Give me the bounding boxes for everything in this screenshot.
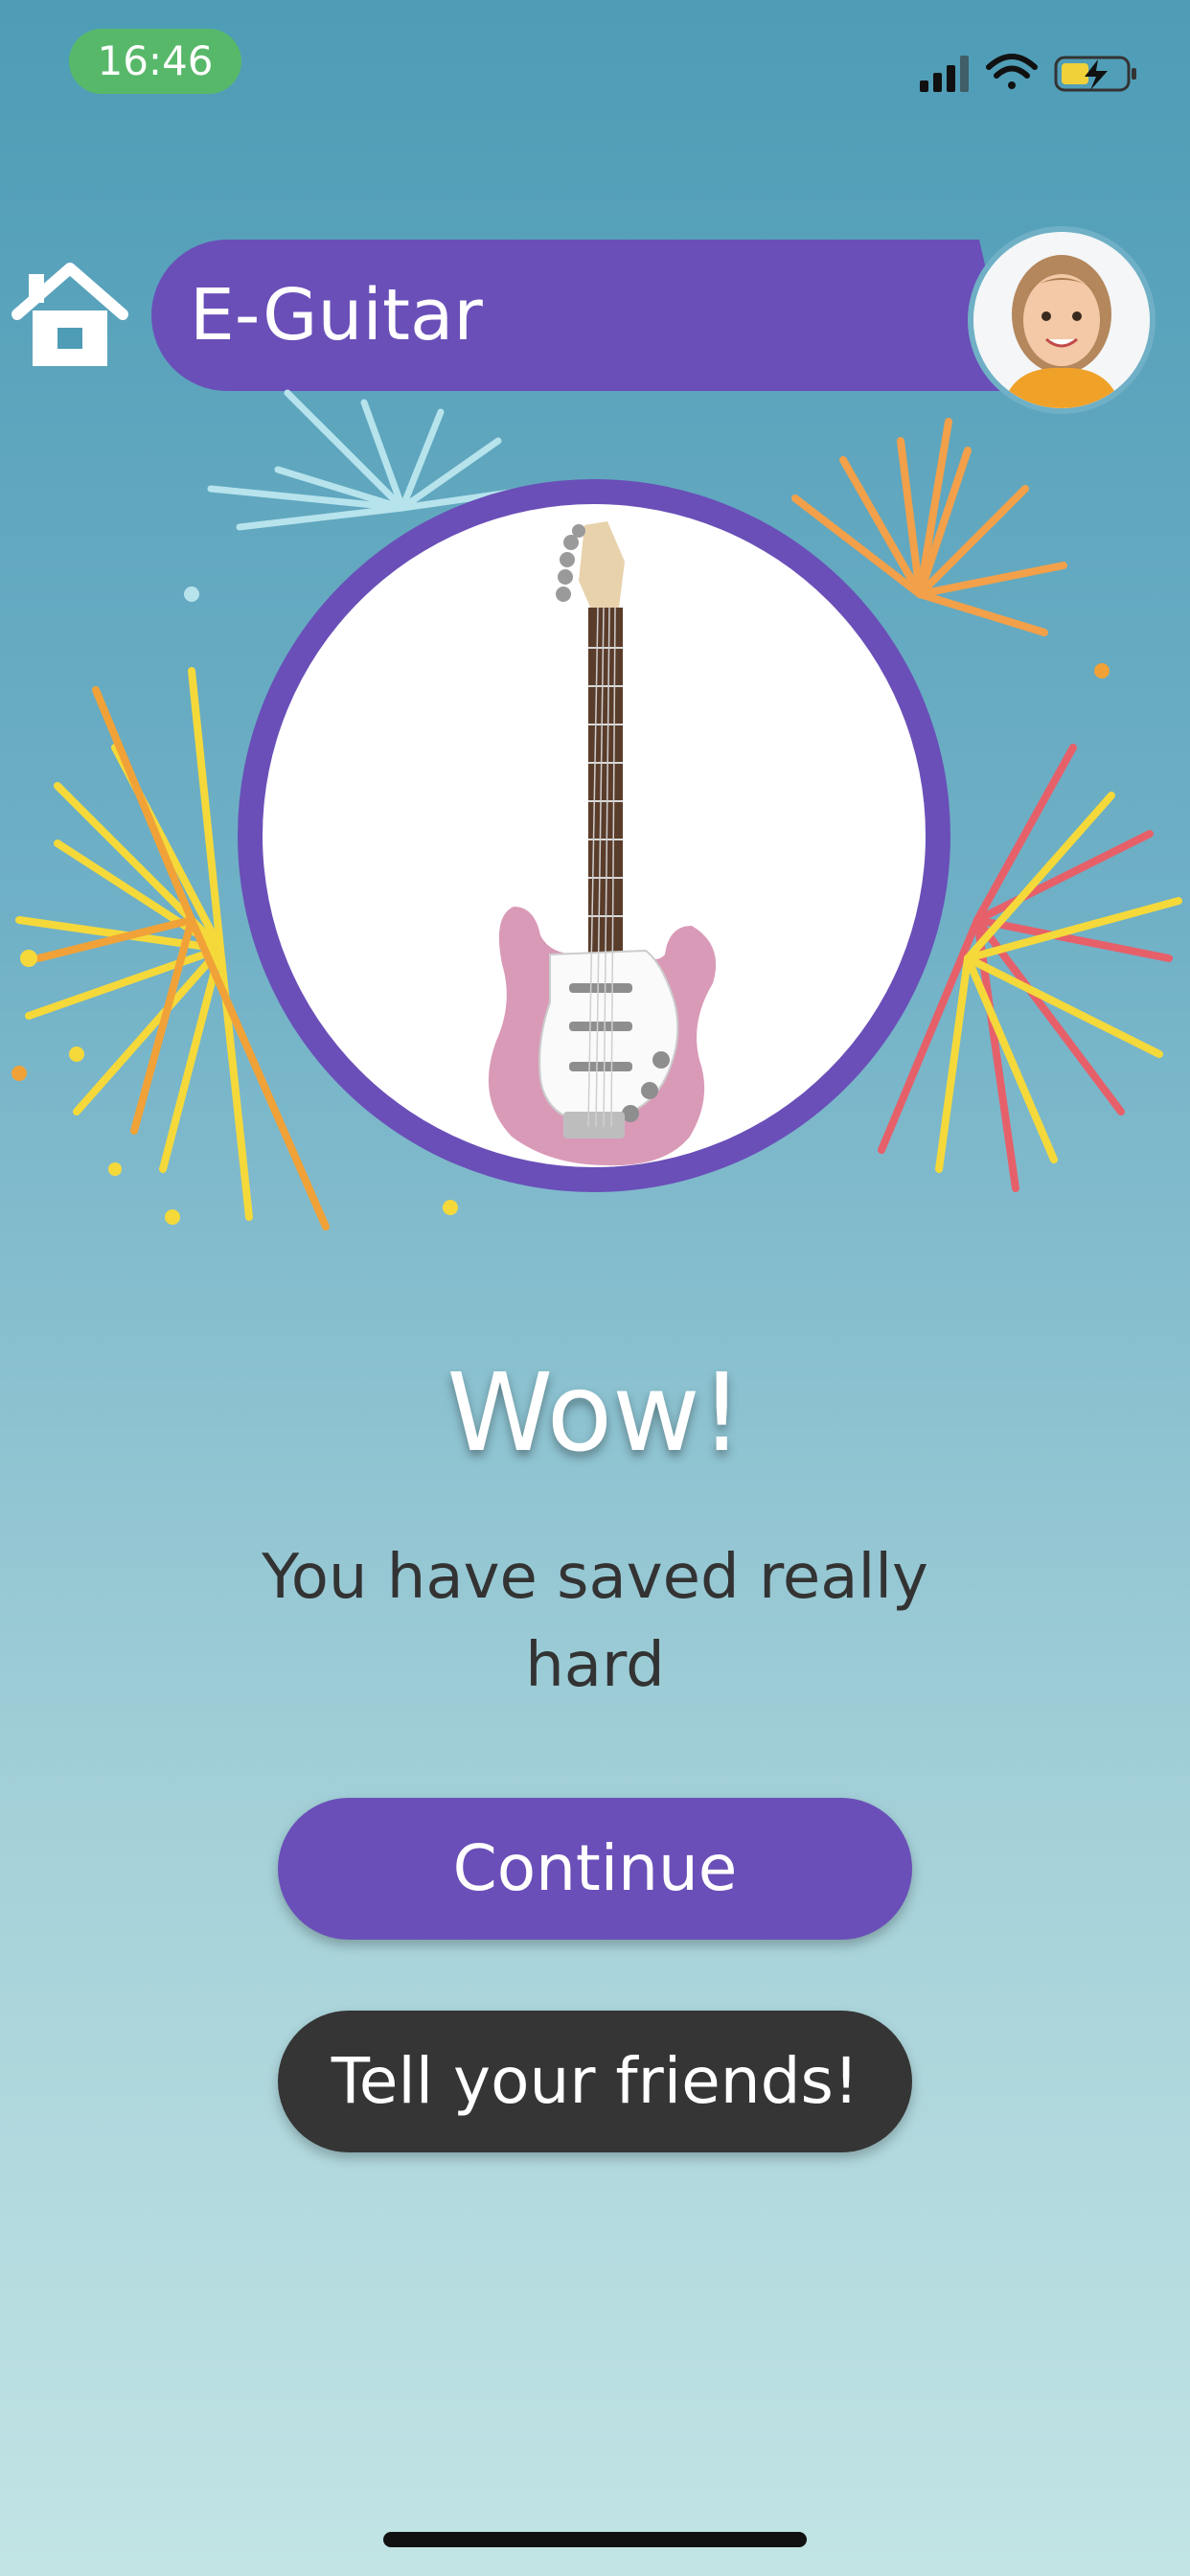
home-button[interactable]: [10, 255, 130, 376]
celebration-headline: Wow!: [446, 1351, 744, 1476]
profile-avatar-image: [973, 232, 1150, 408]
wifi-icon: [986, 54, 1038, 89]
avatar[interactable]: [973, 232, 1150, 408]
product-image-frame: [238, 479, 950, 1192]
tell-friends-button[interactable]: Tell your friends!: [278, 2011, 912, 2152]
home-icon: [11, 263, 128, 366]
status-icons: [920, 54, 1136, 92]
page-title: E-Guitar: [190, 274, 483, 356]
celebration-message: You have saved really hard: [262, 1542, 928, 1701]
guitar-icon: [488, 521, 717, 1166]
product-image: [263, 504, 926, 1167]
battery-charging-icon: [1054, 56, 1136, 92]
home-indicator[interactable]: [383, 2532, 807, 2547]
continue-button[interactable]: Continue: [278, 1798, 912, 1940]
signal-icon: [920, 56, 969, 92]
status-time: 16:46: [69, 29, 241, 94]
